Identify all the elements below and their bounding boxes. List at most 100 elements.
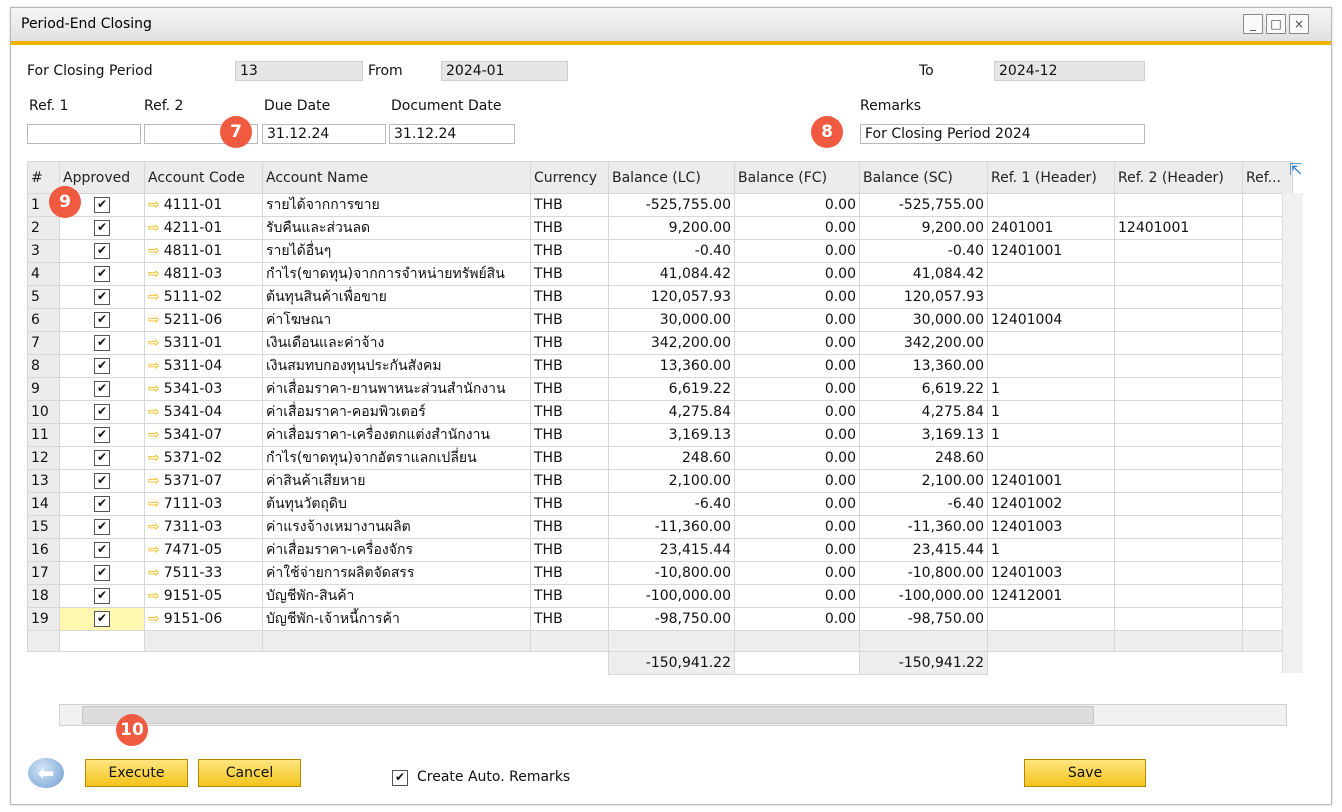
- balance-fc-cell[interactable]: 0.00: [734, 446, 860, 470]
- col-header-balance-lc[interactable]: Balance (LC): [608, 161, 735, 194]
- balance-sc-cell[interactable]: 13,360.00: [859, 354, 988, 378]
- approved-checkbox[interactable]: ✔: [94, 404, 110, 420]
- ref1-cell[interactable]: [987, 262, 1115, 286]
- ref2-cell[interactable]: [1114, 538, 1243, 562]
- balance-sc-cell[interactable]: 4,275.84: [859, 400, 988, 424]
- account-name-cell[interactable]: รายได้อื่นๆ: [262, 239, 531, 263]
- table-row[interactable]: 5 ✔ ⇨ 5111-02 ต้นทุนสินค้าเพื่อขาย THB 120,057…: [27, 285, 1293, 309]
- balance-fc-cell[interactable]: 0.00: [734, 354, 860, 378]
- balance-lc-cell[interactable]: 9,200.00: [608, 216, 735, 240]
- link-arrow-icon[interactable]: ⇨: [148, 588, 160, 604]
- ref2-cell[interactable]: [1114, 607, 1243, 631]
- ref2-cell[interactable]: [1114, 377, 1243, 401]
- account-code-cell[interactable]: ⇨ 4811-01: [144, 239, 263, 263]
- approved-cell[interactable]: ✔: [59, 331, 145, 355]
- balance-sc-cell[interactable]: 6,619.22: [859, 377, 988, 401]
- execute-button[interactable]: Execute: [85, 759, 188, 787]
- balance-lc-cell[interactable]: 342,200.00: [608, 331, 735, 355]
- approved-cell[interactable]: ✔: [59, 377, 145, 401]
- table-row[interactable]: 3 ✔ ⇨ 4811-01 รายได้อื่นๆ THB -0.40 0.00 -0.40 12…: [27, 239, 1293, 263]
- approved-checkbox[interactable]: ✔: [94, 542, 110, 558]
- currency-cell[interactable]: THB: [530, 216, 609, 240]
- balance-fc-cell[interactable]: 0.00: [734, 262, 860, 286]
- ref1-cell[interactable]: 12412001: [987, 584, 1115, 608]
- table-row[interactable]: 15 ✔ ⇨ 7311-03 ค่าแรงจ้างเหมางานผลิต THB -11,3…: [27, 515, 1293, 539]
- save-button[interactable]: Save: [1024, 759, 1146, 787]
- link-arrow-icon[interactable]: ⇨: [148, 427, 160, 443]
- balance-sc-cell[interactable]: 3,169.13: [859, 423, 988, 447]
- col-header-balance-sc[interactable]: Balance (SC): [859, 161, 988, 194]
- balance-sc-cell[interactable]: 9,200.00: [859, 216, 988, 240]
- table-row[interactable]: 7 ✔ ⇨ 5311-01 เงินเดือนและค่าจ้าง THB 342,200.…: [27, 331, 1293, 355]
- table-row[interactable]: 9 ✔ ⇨ 5341-03 ค่าเสื่อมราคา-ยานพาหนะส่วนสำนั…: [27, 377, 1293, 401]
- link-arrow-icon[interactable]: ⇨: [148, 450, 160, 466]
- balance-lc-cell[interactable]: 2,100.00: [608, 469, 735, 493]
- account-code-cell[interactable]: ⇨ 5111-02: [144, 285, 263, 309]
- ref1-cell[interactable]: 12401001: [987, 239, 1115, 263]
- account-name-cell[interactable]: ต้นทุนสินค้าเพื่อขาย: [262, 285, 531, 309]
- ref2-cell[interactable]: [1114, 239, 1243, 263]
- balance-lc-cell[interactable]: 6,619.22: [608, 377, 735, 401]
- account-code-cell[interactable]: ⇨ 7311-03: [144, 515, 263, 539]
- ref1-cell[interactable]: [987, 193, 1115, 217]
- close-button[interactable]: ×: [1289, 14, 1309, 34]
- approved-cell[interactable]: ✔: [59, 308, 145, 332]
- link-arrow-icon[interactable]: ⇨: [148, 565, 160, 581]
- approved-cell[interactable]: ✔: [59, 400, 145, 424]
- balance-fc-cell[interactable]: 0.00: [734, 193, 860, 217]
- account-code-cell[interactable]: ⇨ 7471-05: [144, 538, 263, 562]
- currency-cell[interactable]: THB: [530, 331, 609, 355]
- ref1-cell[interactable]: 12401003: [987, 515, 1115, 539]
- table-row[interactable]: 14 ✔ ⇨ 7111-03 ต้นทุนวัตถุดิบ THB -6.40 0.00 -6.…: [27, 492, 1293, 516]
- ref2-cell[interactable]: [1114, 354, 1243, 378]
- account-name-cell[interactable]: กำไร(ขาดทุน)จากอัตราแลกเปลี่ยน: [262, 446, 531, 470]
- maximize-button[interactable]: □: [1266, 14, 1286, 34]
- table-row[interactable]: 8 ✔ ⇨ 5311-04 เงินสมทบกองทุนประกันสังคม THB 13…: [27, 354, 1293, 378]
- account-code-cell[interactable]: ⇨ 5371-07: [144, 469, 263, 493]
- table-row[interactable]: 10 ✔ ⇨ 5341-04 ค่าเสื่อมราคา-คอมพิวเตอร์ THB 4…: [27, 400, 1293, 424]
- col-header-currency[interactable]: Currency: [530, 161, 609, 194]
- balance-sc-cell[interactable]: -525,755.00: [859, 193, 988, 217]
- account-name-cell[interactable]: รายได้จากการขาย: [262, 193, 531, 217]
- account-name-cell[interactable]: กำไร(ขาดทุน)จากการจำหน่ายทรัพย์สิน: [262, 262, 531, 286]
- account-name-cell[interactable]: ค่าเสื่อมราคา-เครื่องตกแต่งสำนักงาน: [262, 423, 531, 447]
- ref2-cell[interactable]: [1114, 584, 1243, 608]
- balance-fc-cell[interactable]: 0.00: [734, 492, 860, 516]
- col-header-ref2[interactable]: Ref. 2 (Header): [1114, 161, 1243, 194]
- balance-sc-cell[interactable]: 342,200.00: [859, 331, 988, 355]
- balance-fc-cell[interactable]: 0.00: [734, 607, 860, 631]
- link-arrow-icon[interactable]: ⇨: [148, 243, 160, 259]
- table-row[interactable]: 2 ✔ ⇨ 4211-01 รับคืนและส่วนลด THB 9,200.00 0.00…: [27, 216, 1293, 240]
- col-header-ref-more[interactable]: Ref...: [1242, 161, 1293, 194]
- balance-sc-cell[interactable]: 248.60: [859, 446, 988, 470]
- balance-fc-cell[interactable]: 0.00: [734, 400, 860, 424]
- approved-checkbox[interactable]: ✔: [94, 289, 110, 305]
- horizontal-scrollbar[interactable]: [59, 704, 1287, 726]
- table-row[interactable]: 17 ✔ ⇨ 7511-33 ค่าใช้จ่ายการผลิตจัดสรร THB -10…: [27, 561, 1293, 585]
- ref2-cell[interactable]: [1114, 308, 1243, 332]
- ref2-cell[interactable]: 12401001: [1114, 216, 1243, 240]
- balance-sc-cell[interactable]: -0.40: [859, 239, 988, 263]
- currency-cell[interactable]: THB: [530, 285, 609, 309]
- remarks-field[interactable]: For Closing Period 2024: [860, 124, 1145, 144]
- balance-fc-cell[interactable]: 0.00: [734, 216, 860, 240]
- balance-fc-cell[interactable]: 0.00: [734, 584, 860, 608]
- currency-cell[interactable]: THB: [530, 262, 609, 286]
- approved-cell[interactable]: ✔: [59, 285, 145, 309]
- link-arrow-icon[interactable]: ⇨: [148, 358, 160, 374]
- table-row[interactable]: 1 ✔ ⇨ 4111-01 รายได้จากการขาย THB -525,755.00 0…: [27, 193, 1293, 217]
- balance-sc-cell[interactable]: 41,084.42: [859, 262, 988, 286]
- account-code-cell[interactable]: ⇨ 7111-03: [144, 492, 263, 516]
- table-row[interactable]: 6 ✔ ⇨ 5211-06 ค่าโฆษณา THB 30,000.00 0.00 30,000…: [27, 308, 1293, 332]
- approved-checkbox[interactable]: ✔: [94, 473, 110, 489]
- ref1-cell[interactable]: 12401003: [987, 561, 1115, 585]
- approved-checkbox[interactable]: ✔: [94, 496, 110, 512]
- table-row[interactable]: 19 ✔ ⇨ 9151-06 บัญชีพัก-เจ้าหนี้การค้า THB -98…: [27, 607, 1293, 631]
- currency-cell[interactable]: THB: [530, 377, 609, 401]
- ref1-cell[interactable]: [987, 607, 1115, 631]
- account-code-cell[interactable]: ⇨ 4111-01: [144, 193, 263, 217]
- vertical-scrollbar[interactable]: [1282, 193, 1303, 673]
- ref2-cell[interactable]: [1114, 469, 1243, 493]
- table-row[interactable]: 13 ✔ ⇨ 5371-07 ค่าสินค้าเสียหาย THB 2,100.00 0.…: [27, 469, 1293, 493]
- currency-cell[interactable]: THB: [530, 492, 609, 516]
